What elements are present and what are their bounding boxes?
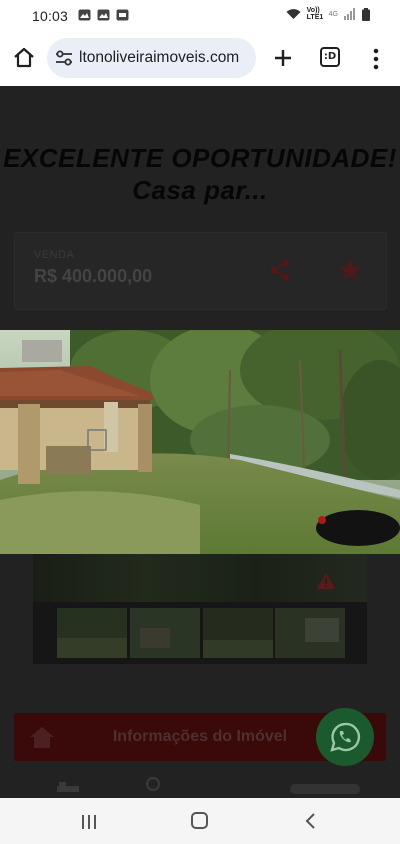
feature-pill — [290, 784, 360, 794]
thumbnail-gallery — [33, 554, 367, 664]
status-time: 10:03 — [32, 8, 69, 24]
system-icons: Vo)) LTE1 4G — [286, 7, 370, 21]
battery-icon — [362, 7, 370, 21]
gallery-icon-2 — [97, 9, 110, 21]
property-photo[interactable] — [0, 330, 400, 554]
price-value: R$ 400.000,00 — [34, 266, 153, 286]
wifi-icon — [286, 9, 301, 19]
whatsapp-icon — [330, 722, 361, 752]
bed-icon — [57, 782, 79, 792]
warning-icon — [317, 573, 335, 589]
thumbnail-3[interactable] — [203, 608, 273, 658]
thumbnail-4[interactable] — [275, 608, 345, 658]
features-row — [0, 776, 400, 798]
status-bar: 10:03 Vo)) LTE1 4G — [0, 0, 400, 32]
sale-label: VENDA — [34, 249, 75, 261]
tabs-icon[interactable]: :D — [320, 47, 340, 67]
menu-icon[interactable] — [368, 46, 384, 72]
network-label: Vo)) LTE1 — [306, 7, 324, 21]
star-icon[interactable] — [337, 257, 363, 283]
browser-toolbar: ltonoliveiraimoveis.com :D — [0, 32, 400, 86]
photo-scene — [0, 330, 400, 554]
price-card: VENDA R$ 400.000,00 — [14, 232, 387, 310]
share-icon[interactable] — [268, 258, 292, 282]
recents-icon[interactable] — [80, 814, 98, 830]
badge-icon — [116, 9, 129, 21]
gallery-icon — [78, 9, 91, 21]
home-icon[interactable] — [10, 44, 38, 72]
signal-icon — [344, 8, 355, 20]
whatsapp-button[interactable] — [316, 708, 374, 766]
plus-icon[interactable] — [270, 45, 296, 71]
network-type: 4G — [328, 10, 338, 18]
system-nav-bar — [0, 798, 400, 844]
notification-icons — [78, 9, 129, 21]
back-icon[interactable] — [303, 812, 319, 830]
bath-icon — [146, 777, 160, 791]
listing-title: EXCELENTE OPORTUNIDADE! Casa par... — [3, 143, 397, 205]
page-content: EXCELENTE OPORTUNIDADE! Casa par... VEND… — [0, 86, 400, 798]
nav-home-icon[interactable] — [191, 812, 208, 829]
thumbnail-2[interactable] — [130, 608, 200, 658]
url-text[interactable]: ltonoliveiraimoveis.com — [79, 49, 254, 67]
address-bar[interactable]: ltonoliveiraimoveis.com — [47, 38, 256, 78]
thumbnail-1[interactable] — [57, 608, 127, 658]
tune-icon[interactable] — [55, 50, 73, 66]
